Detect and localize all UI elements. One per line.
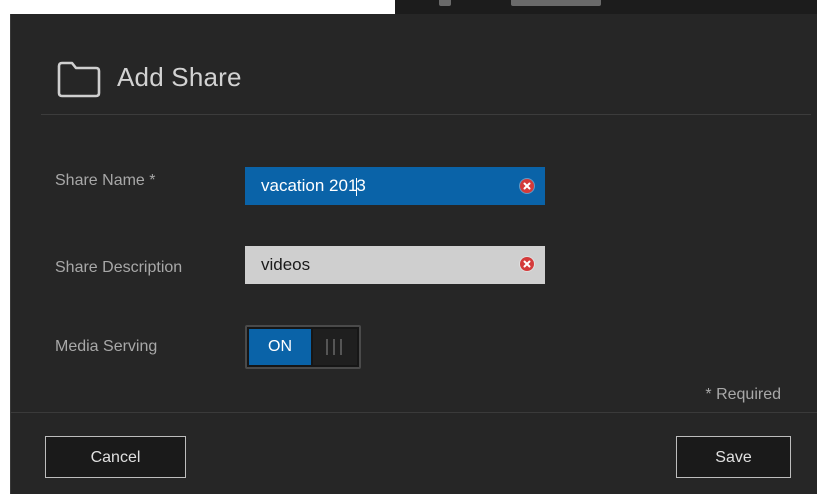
share-name-value-start: vacation 201 [261,176,358,195]
share-description-input[interactable]: videos [245,246,545,284]
add-share-dialog: Add Share Share Name * vacation 2013 Sha… [10,14,817,494]
share-name-label: Share Name * [55,172,156,189]
dialog-header: Add Share [11,14,817,114]
save-button[interactable]: Save [676,436,791,478]
toggle-on-label: ON [249,329,311,365]
background-fragment [511,0,601,6]
share-description-label: Share Description [55,259,183,276]
folder-icon [57,61,101,98]
media-serving-toggle[interactable]: ON [245,325,361,369]
background-fragment [439,0,451,6]
share-name-input[interactable]: vacation 2013 [245,167,545,205]
background-window-strip [395,0,817,14]
dialog-title: Add Share [117,62,242,92]
required-note: * Required [705,386,781,403]
share-name-clear-icon[interactable] [520,179,534,193]
footer-divider [11,412,817,413]
header-divider [41,114,811,115]
toggle-knob[interactable] [313,329,357,365]
share-name-value-end: 3 [356,176,366,195]
cancel-button[interactable]: Cancel [45,436,186,478]
media-serving-label: Media Serving [55,338,158,355]
share-description-clear-icon[interactable] [520,257,534,271]
